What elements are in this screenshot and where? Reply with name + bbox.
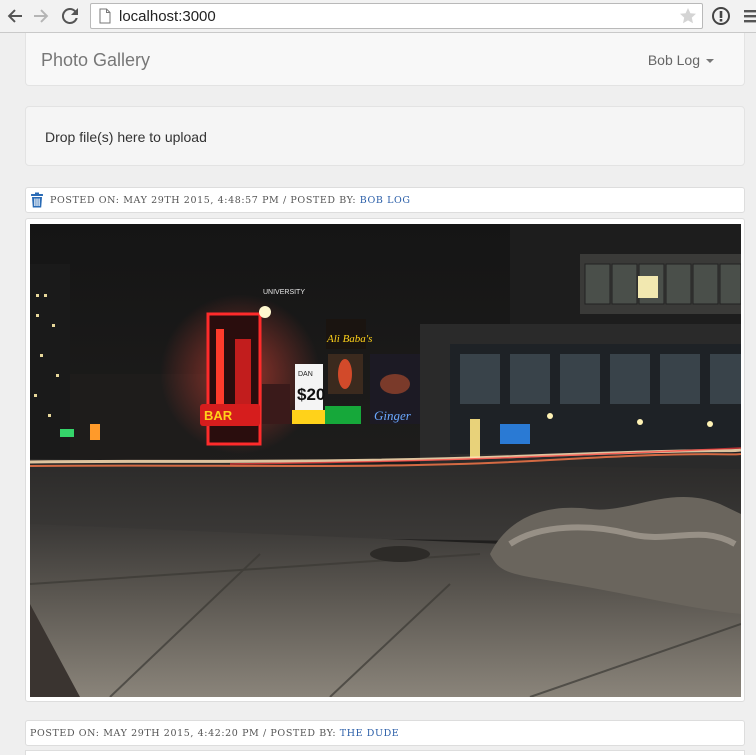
svg-text:BAR: BAR: [204, 408, 233, 423]
post-date: May 29th 2015, 4:42:20 pm: [103, 727, 260, 739]
dropzone-text: Drop file(s) here to upload: [45, 129, 207, 145]
photo-card: BAR UNIVERSITY DAN $20 Ali Baba's Ginger: [25, 218, 745, 702]
post-author-link[interactable]: The Dude: [340, 728, 400, 739]
bookmark-star-icon[interactable]: [678, 6, 698, 26]
hamburger-menu-icon[interactable]: [742, 7, 756, 25]
post-date: May 29th 2015, 4:48:57 pm: [123, 194, 280, 206]
arrow-right-icon: [34, 9, 49, 23]
back-button[interactable]: [4, 5, 26, 27]
info-icon[interactable]: [711, 6, 731, 26]
gallery-photo[interactable]: BAR UNIVERSITY DAN $20 Ali Baba's Ginger: [30, 224, 741, 697]
svg-text:UNIVERSITY: UNIVERSITY: [263, 289, 305, 296]
post-author-link[interactable]: Bob Log: [360, 195, 411, 206]
post-meta: Posted on: May 29th 2015, 4:48:57 pm / P…: [25, 187, 745, 213]
user-name: Bob Log: [647, 52, 700, 68]
svg-text:$20: $20: [297, 385, 325, 404]
page-icon: [99, 8, 111, 24]
reload-icon: [61, 7, 78, 24]
photo-card: [25, 750, 745, 755]
night-street-photo: BAR UNIVERSITY DAN $20 Ali Baba's Ginger: [30, 224, 741, 697]
posted-by-label: / Posted by:: [263, 727, 337, 739]
forward-button[interactable]: [30, 5, 52, 27]
posted-by-label: / Posted by:: [283, 194, 357, 206]
post-meta: Posted on: May 29th 2015, 4:42:20 pm / P…: [25, 720, 745, 746]
svg-text:Ginger: Ginger: [374, 408, 412, 423]
posted-on-label: Posted on:: [30, 727, 100, 739]
posted-on-label: Posted on:: [50, 194, 120, 206]
address-bar[interactable]: localhost:3000: [90, 3, 703, 29]
arrow-left-icon: [7, 9, 22, 23]
svg-text:Ali Baba's: Ali Baba's: [326, 333, 372, 345]
upload-dropzone[interactable]: Drop file(s) here to upload: [25, 106, 745, 166]
brand-link[interactable]: Photo Gallery: [41, 49, 150, 71]
browser-toolbar: localhost:3000: [0, 0, 756, 33]
reload-button[interactable]: [59, 5, 81, 27]
svg-text:DAN: DAN: [298, 371, 313, 378]
user-dropdown[interactable]: Bob Log: [648, 51, 714, 69]
app-navbar: Photo Gallery Bob Log: [25, 33, 745, 86]
caret-down-icon: [706, 59, 714, 63]
trash-icon[interactable]: [30, 192, 44, 208]
url-text: localhost:3000: [119, 8, 216, 25]
